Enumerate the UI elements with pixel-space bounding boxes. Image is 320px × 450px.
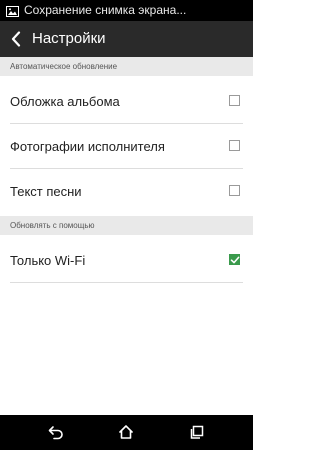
- status-bar: Сохранение снимка экрана...: [0, 0, 253, 21]
- divider: [10, 282, 243, 283]
- chevron-left-icon: [11, 31, 21, 47]
- section-header-update-via: Обновлять с помощью: [0, 216, 253, 235]
- setting-row-lyrics[interactable]: Текст песни: [0, 169, 253, 214]
- nav-back-button[interactable]: [46, 423, 66, 441]
- lyrics-checkbox[interactable]: [229, 185, 240, 196]
- wifi-only-checkbox[interactable]: [229, 254, 240, 265]
- home-icon: [119, 425, 133, 439]
- artist-photos-checkbox[interactable]: [229, 140, 240, 151]
- checkmark-icon: [230, 256, 240, 264]
- setting-label: Фотографии исполнителя: [10, 139, 165, 154]
- section-header-label: Обновлять с помощью: [10, 221, 95, 230]
- setting-label: Текст песни: [10, 184, 82, 199]
- status-notification-text: Сохранение снимка экрана...: [24, 3, 187, 17]
- setting-label: Обложка альбома: [10, 94, 120, 109]
- navigation-bar: [0, 415, 253, 450]
- section-header-label: Автоматическое обновление: [10, 62, 118, 71]
- back-arrow-icon: [48, 426, 63, 440]
- section-header-auto-update: Автоматическое обновление: [0, 57, 253, 76]
- nav-home-button[interactable]: [116, 423, 136, 441]
- setting-label: Только Wi-Fi: [10, 253, 86, 268]
- action-bar: Настройки: [0, 21, 253, 57]
- recent-apps-icon: [190, 425, 204, 439]
- image-icon: [6, 4, 19, 17]
- setting-row-album-cover[interactable]: Обложка альбома: [0, 79, 253, 124]
- page-title: Настройки: [32, 30, 106, 47]
- setting-row-wifi-only[interactable]: Только Wi-Fi: [0, 238, 253, 283]
- back-button[interactable]: [6, 27, 28, 51]
- setting-row-artist-photos[interactable]: Фотографии исполнителя: [0, 124, 253, 169]
- album-cover-checkbox[interactable]: [229, 95, 240, 106]
- nav-recents-button[interactable]: [187, 423, 207, 441]
